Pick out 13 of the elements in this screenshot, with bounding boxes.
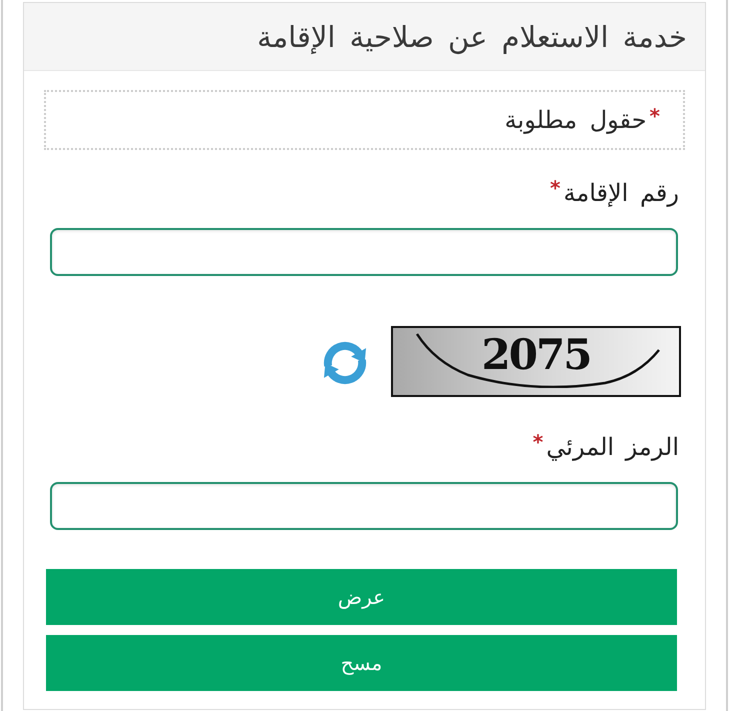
required-asterisk: * xyxy=(532,432,544,452)
action-button[interactable]: مسح xyxy=(46,635,677,691)
field-label: رقم الإقامة xyxy=(563,179,679,207)
input-field[interactable] xyxy=(50,228,678,276)
action-button[interactable]: عرض xyxy=(46,569,677,625)
captcha-code: 2075 xyxy=(482,334,590,376)
required-asterisk: * xyxy=(648,106,661,126)
required-asterisk: * xyxy=(549,178,562,198)
input-field[interactable] xyxy=(50,482,678,530)
field-label: الرمز المرئي xyxy=(546,433,679,461)
required-note: حقول مطلوبة xyxy=(504,106,647,134)
panel-title: خدمة الاستعلام عن صلاحية الإقامة xyxy=(257,20,687,54)
refresh-icon[interactable] xyxy=(323,341,367,385)
